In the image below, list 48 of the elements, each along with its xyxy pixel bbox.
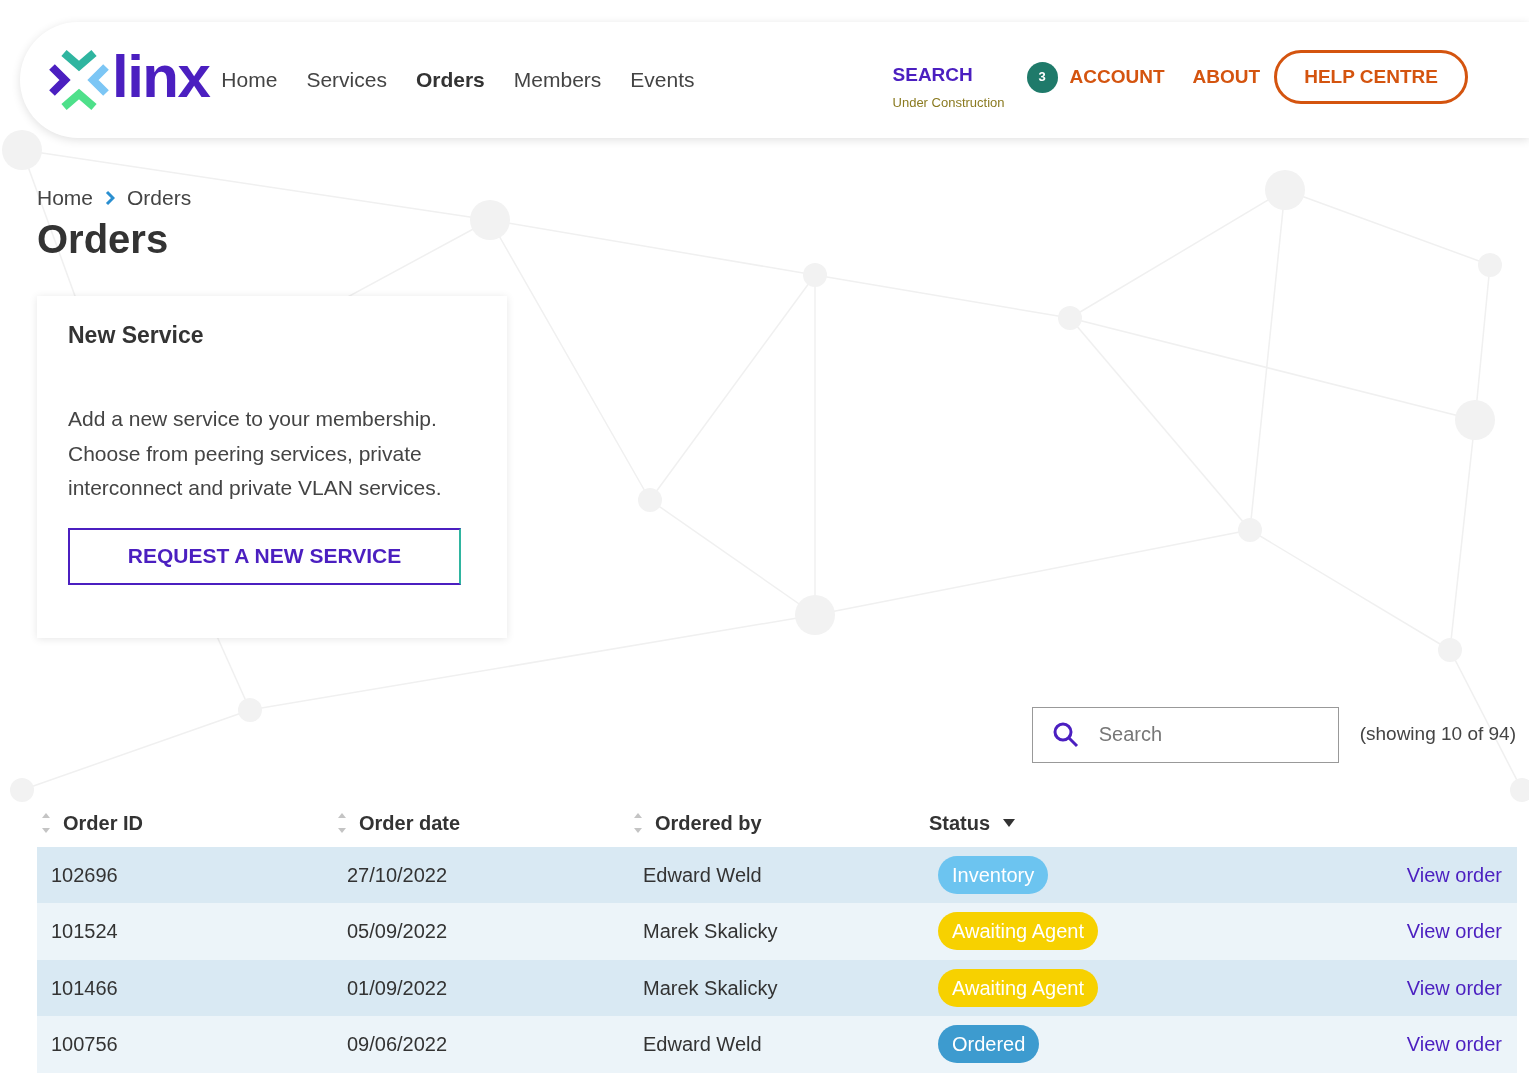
card-description: Add a new service to your membership. Choose from peering services, private interconnect and private VLAN services. <box>68 406 443 501</box>
nav-link[interactable]: Orders <box>415 64 485 96</box>
chevron-right-icon <box>105 189 116 206</box>
dropdown-caret-icon[interactable] <box>1002 817 1017 828</box>
request-service-button[interactable]: REQUEST A NEW SERVICE <box>68 527 461 585</box>
table-cell-text: 101524 <box>50 919 119 945</box>
view-order-link[interactable]: View order <box>1406 859 1517 890</box>
column-header[interactable]: Order ID <box>63 807 144 838</box>
account-link[interactable]: ACCOUNT <box>1069 62 1165 92</box>
view-order-link[interactable]: View order <box>1406 1029 1517 1060</box>
notification-badge: 3 <box>1026 61 1058 93</box>
column-header[interactable]: Ordered by <box>655 807 762 838</box>
under-construction-note: Under Construction <box>892 94 1005 113</box>
search-link[interactable]: SEARCH <box>892 65 1005 85</box>
logo-wordmark[interactable]: linx <box>112 47 210 107</box>
breadcrumb-current: Orders <box>127 185 192 211</box>
table-cell-text: 27/10/2022 <box>346 862 449 888</box>
about-link[interactable]: ABOUT <box>1192 62 1261 92</box>
table-cell-text: 05/09/2022 <box>346 919 449 945</box>
table-cell-text: 102696 <box>50 862 119 888</box>
table-cell-text: Marek Skalicky <box>642 919 779 945</box>
table-cell-text: Edward Weld <box>642 1032 763 1058</box>
search-icon <box>1051 720 1080 749</box>
table-cell-text: 101466 <box>50 975 119 1001</box>
nav-link[interactable]: Services <box>306 64 387 96</box>
status-pill: Awaiting Agent <box>938 968 1098 1007</box>
table-cell-text: 100756 <box>50 1032 119 1058</box>
view-order-link[interactable]: View order <box>1406 972 1517 1003</box>
status-pill: Awaiting Agent <box>938 912 1098 951</box>
status-pill: Inventory <box>938 855 1049 894</box>
column-header[interactable]: Status <box>929 807 991 838</box>
table-cell-text: Marek Skalicky <box>642 975 779 1001</box>
help-centre-button[interactable]: HELP CENTRE <box>1274 50 1469 104</box>
nav-link[interactable]: Events <box>630 64 695 96</box>
card-title: New Service <box>68 320 205 350</box>
page-title: Orders <box>37 215 170 263</box>
column-header[interactable]: Order date <box>359 807 461 838</box>
table-cell-text: 01/09/2022 <box>346 975 449 1001</box>
nav-link[interactable]: Home <box>221 64 278 96</box>
view-order-link[interactable]: View order <box>1406 916 1517 947</box>
nav-link[interactable]: Members <box>513 64 602 96</box>
table-cell-text: Edward Weld <box>642 862 763 888</box>
logo-mark-icon <box>48 49 110 111</box>
results-count: (showing 10 of 94) <box>1359 722 1516 747</box>
search-field[interactable]: Search <box>1031 706 1339 763</box>
table-cell-text: 09/06/2022 <box>346 1032 449 1058</box>
breadcrumb-link[interactable]: Home <box>37 182 94 214</box>
status-pill: Ordered <box>938 1025 1040 1064</box>
